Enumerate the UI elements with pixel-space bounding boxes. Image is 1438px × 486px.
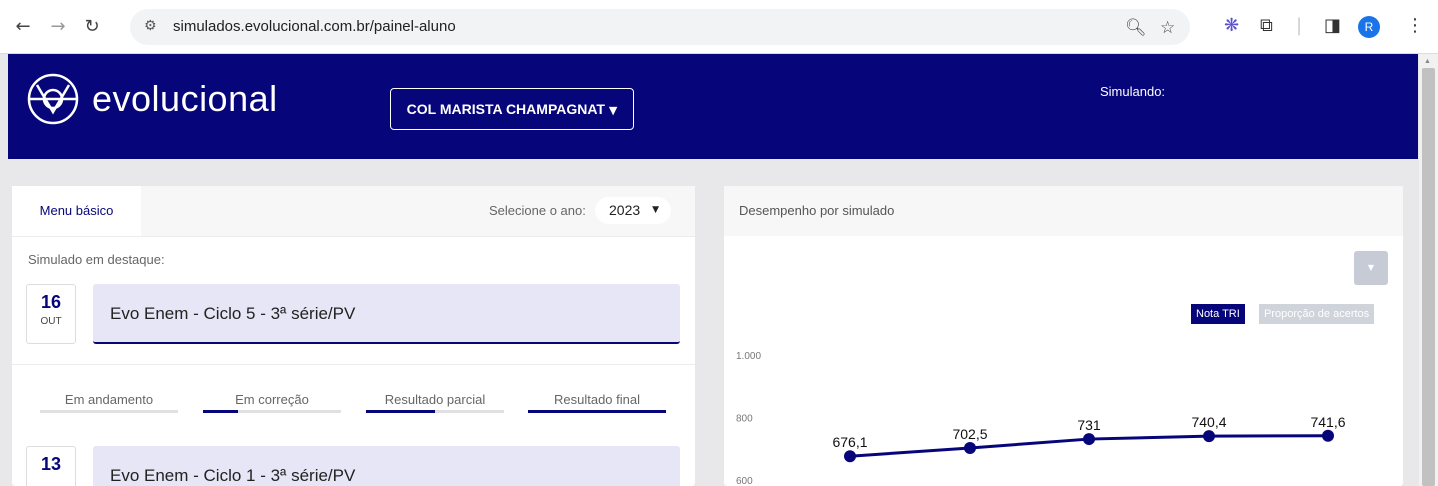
y-tick-label: 600 bbox=[736, 476, 753, 486]
date-month: OUT bbox=[40, 316, 62, 327]
chevron-down-icon: ▼ bbox=[608, 104, 618, 117]
data-point[interactable] bbox=[844, 450, 856, 463]
url-text[interactable]: simulados.evolucional.com.br/painel-alun… bbox=[173, 18, 456, 35]
left-panel: Menu básico Selecione o ano: 2023 ▼ Simu… bbox=[12, 186, 695, 486]
toggle-proporcao-acertos[interactable]: Proporção de acertos bbox=[1259, 304, 1375, 324]
exam-date: 13 bbox=[26, 446, 76, 486]
featured-label: Simulado em destaque: bbox=[28, 252, 165, 267]
back-arrow-icon[interactable]: ← bbox=[10, 14, 36, 40]
forward-arrow-icon[interactable]: → bbox=[45, 14, 71, 40]
chart-options-dropdown[interactable]: ▼ bbox=[1354, 251, 1388, 285]
status-progress-bar bbox=[366, 410, 504, 413]
school-select-button[interactable]: COL MARISTA CHAMPAGNAT ▼ bbox=[390, 88, 634, 130]
performance-line-chart: 600 800 1.000 676,1 702,5 731 740,4 741,6 bbox=[736, 351, 1346, 486]
status-progress-fill bbox=[203, 410, 238, 413]
status-progress-fill bbox=[366, 410, 435, 413]
site-settings-icon[interactable]: ⚙ bbox=[144, 18, 157, 34]
data-label: 676,1 bbox=[832, 434, 867, 450]
data-label: 741,6 bbox=[1310, 414, 1345, 430]
status-tab-label[interactable]: Resultado final bbox=[528, 392, 666, 407]
reload-icon[interactable]: ↻ bbox=[79, 14, 105, 40]
school-name: COL MARISTA CHAMPAGNAT bbox=[406, 101, 605, 117]
scrollbar-thumb[interactable] bbox=[1422, 68, 1435, 486]
performance-panel: Desempenho por simulado ▼ Nota TRI Propo… bbox=[724, 186, 1403, 486]
data-label: 740,4 bbox=[1191, 414, 1226, 430]
bookmark-star-icon[interactable]: ☆ bbox=[1160, 18, 1175, 38]
date-day: 16 bbox=[40, 292, 62, 312]
year-select[interactable]: 2023 ▼ bbox=[595, 197, 671, 224]
featured-exam-card[interactable]: Evo Enem - Ciclo 5 - 3ª série/PV bbox=[93, 284, 680, 344]
status-tab-label[interactable]: Em andamento bbox=[40, 392, 178, 407]
extension-icon[interactable]: ❋ bbox=[1224, 15, 1239, 36]
data-point[interactable] bbox=[1322, 429, 1334, 442]
y-tick-label: 800 bbox=[736, 414, 753, 425]
data-label: 702,5 bbox=[952, 426, 987, 442]
side-panel-icon[interactable]: ◨ bbox=[1324, 15, 1341, 36]
status-progress-bar bbox=[203, 410, 341, 413]
status-progress-fill bbox=[528, 410, 666, 413]
logo-wordmark[interactable]: evolucional bbox=[92, 78, 278, 120]
panel-title: Desempenho por simulado bbox=[724, 186, 1403, 236]
divider bbox=[12, 236, 695, 237]
exam-card[interactable]: Evo Enem - Ciclo 1 - 3ª série/PV bbox=[93, 446, 680, 486]
toolbar-divider: | bbox=[1296, 15, 1303, 36]
status-progress-bar bbox=[40, 410, 178, 413]
browser-menu-icon[interactable]: ⋮ bbox=[1406, 15, 1424, 36]
year-value: 2023 bbox=[609, 202, 641, 218]
tab-menu-basico[interactable]: Menu básico bbox=[12, 186, 141, 236]
scroll-up-arrow-icon[interactable]: ▲ bbox=[1424, 58, 1431, 65]
caret-down-icon: ▼ bbox=[652, 205, 659, 215]
data-point[interactable] bbox=[1083, 433, 1095, 446]
page-scrollbar[interactable]: ▲ bbox=[1419, 54, 1438, 486]
year-label: Selecione o ano: bbox=[489, 203, 586, 218]
data-label: 731 bbox=[1077, 417, 1101, 433]
browser-toolbar: ← → ↻ ⚙ simulados.evolucional.com.br/pai… bbox=[0, 0, 1438, 54]
app-header: evolucional COL MARISTA CHAMPAGNAT ▼ Sim… bbox=[8, 54, 1418, 159]
featured-date: 16 OUT bbox=[26, 284, 76, 344]
date-day: 13 bbox=[40, 454, 62, 474]
status-tab-label[interactable]: Resultado parcial bbox=[366, 392, 504, 407]
zoom-icon[interactable]: 🔍︎ bbox=[1125, 18, 1147, 38]
simulating-label: Simulando: bbox=[1100, 84, 1166, 99]
extensions-puzzle-icon[interactable]: ⧉ bbox=[1260, 15, 1273, 36]
profile-avatar[interactable]: R bbox=[1358, 16, 1380, 38]
status-progress-bar bbox=[528, 410, 666, 413]
address-bar[interactable]: ⚙ simulados.evolucional.com.br/painel-al… bbox=[130, 9, 1190, 45]
evolucional-logo-icon bbox=[27, 73, 79, 125]
divider bbox=[12, 364, 695, 365]
status-tab-label[interactable]: Em correção bbox=[203, 392, 341, 407]
toggle-nota-tri[interactable]: Nota TRI bbox=[1191, 304, 1245, 324]
y-tick-label: 1.000 bbox=[736, 351, 761, 362]
data-point[interactable] bbox=[1203, 430, 1215, 443]
data-point[interactable] bbox=[964, 441, 976, 454]
